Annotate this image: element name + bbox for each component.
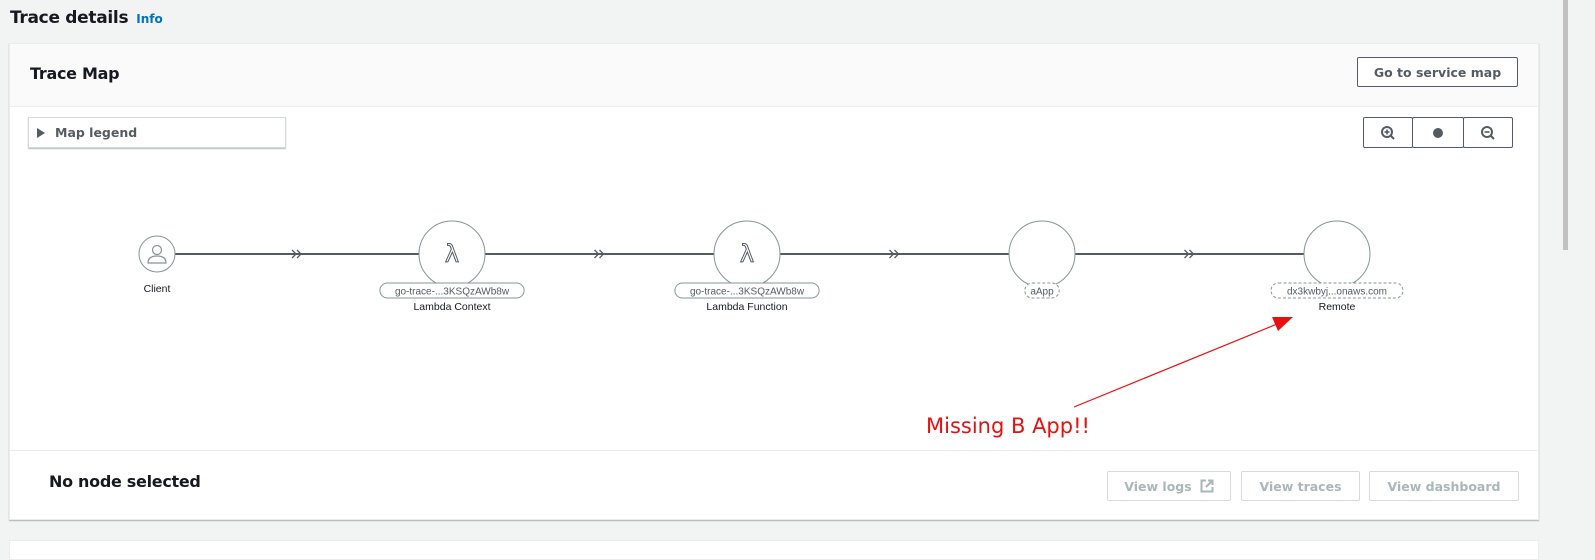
- node-aapp[interactable]: aApp: [1008, 220, 1076, 299]
- annotation-arrow-line: [1073, 321, 1283, 408]
- node-label: Remote: [1319, 301, 1356, 313]
- node-remote[interactable]: dx3kwbyj...onaws.com Remote: [1270, 220, 1404, 313]
- zoom-out-icon: [1481, 125, 1495, 140]
- trace-graph: Client λ go-trace-...3KSQzAWb8w Lambda Cont…: [138, 220, 1404, 408]
- node-client[interactable]: Client: [138, 235, 176, 295]
- next-panel: [9, 540, 1539, 560]
- page-header: Trace details Info: [10, 8, 163, 28]
- zoom-controls: [1363, 117, 1513, 148]
- annotation-text: Missing B App!!: [926, 414, 1090, 438]
- trace-map-panel: Trace Map Go to service map Client λ go-tr…: [9, 43, 1539, 520]
- zoom-in-icon: [1381, 125, 1395, 140]
- view-logs-button: View logs: [1107, 471, 1231, 501]
- scrollbar-thumb[interactable]: [1563, 0, 1568, 250]
- node-label: Client: [144, 283, 171, 295]
- node-detail-bar: No node selected View logs View traces V…: [10, 450, 1538, 520]
- panel-title: Trace Map: [30, 64, 120, 83]
- edge-aapp-remote[interactable]: [1075, 249, 1304, 259]
- node-circle: [1008, 220, 1076, 288]
- edge-lambda-function-aapp[interactable]: [780, 249, 1009, 259]
- external-link-icon: [1200, 479, 1214, 493]
- go-to-service-map-button[interactable]: Go to service map: [1357, 57, 1518, 87]
- trace-map-canvas[interactable]: Client λ go-trace-...3KSQzAWb8w Lambda Cont…: [10, 108, 1538, 450]
- view-traces-button: View traces: [1241, 471, 1360, 501]
- info-link[interactable]: Info: [136, 12, 162, 26]
- node-circle: [1303, 220, 1371, 288]
- node-label: Lambda Context: [413, 301, 490, 313]
- caret-right-icon: [37, 127, 45, 138]
- node-badge-text: dx3kwbyj...onaws.com: [1287, 287, 1387, 298]
- lambda-icon: λ: [445, 240, 459, 268]
- node-lambda-context[interactable]: λ go-trace-...3KSQzAWb8w Lambda Context: [379, 220, 525, 313]
- annotation-arrowhead-icon: [1272, 317, 1293, 331]
- edge-lambda-context-lambda-function[interactable]: [485, 249, 714, 259]
- zoom-out-button[interactable]: [1463, 117, 1513, 148]
- annotation-arrow: [1073, 317, 1293, 408]
- map-legend-label: Map legend: [55, 125, 138, 140]
- map-legend-toggle[interactable]: Map legend: [28, 117, 286, 148]
- node-badge-text: aApp: [1030, 287, 1054, 298]
- dot-icon: [1433, 127, 1443, 138]
- panel-header: Trace Map Go to service map: [10, 44, 1538, 107]
- page-title: Trace details: [10, 8, 129, 28]
- edge-client-lambda-context[interactable]: [175, 249, 419, 259]
- lambda-icon: λ: [740, 240, 754, 268]
- view-logs-label: View logs: [1124, 478, 1192, 494]
- reset-zoom-button[interactable]: [1412, 117, 1464, 148]
- node-badge-text: go-trace-...3KSQzAWb8w: [395, 287, 510, 298]
- view-dashboard-button: View dashboard: [1369, 471, 1519, 501]
- node-lambda-function[interactable]: λ go-trace-...3KSQzAWb8w Lambda Function: [674, 220, 820, 313]
- node-label: Lambda Function: [706, 301, 787, 313]
- zoom-in-button[interactable]: [1363, 117, 1413, 148]
- node-detail-title: No node selected: [49, 472, 201, 491]
- node-badge-text: go-trace-...3KSQzAWb8w: [690, 287, 805, 298]
